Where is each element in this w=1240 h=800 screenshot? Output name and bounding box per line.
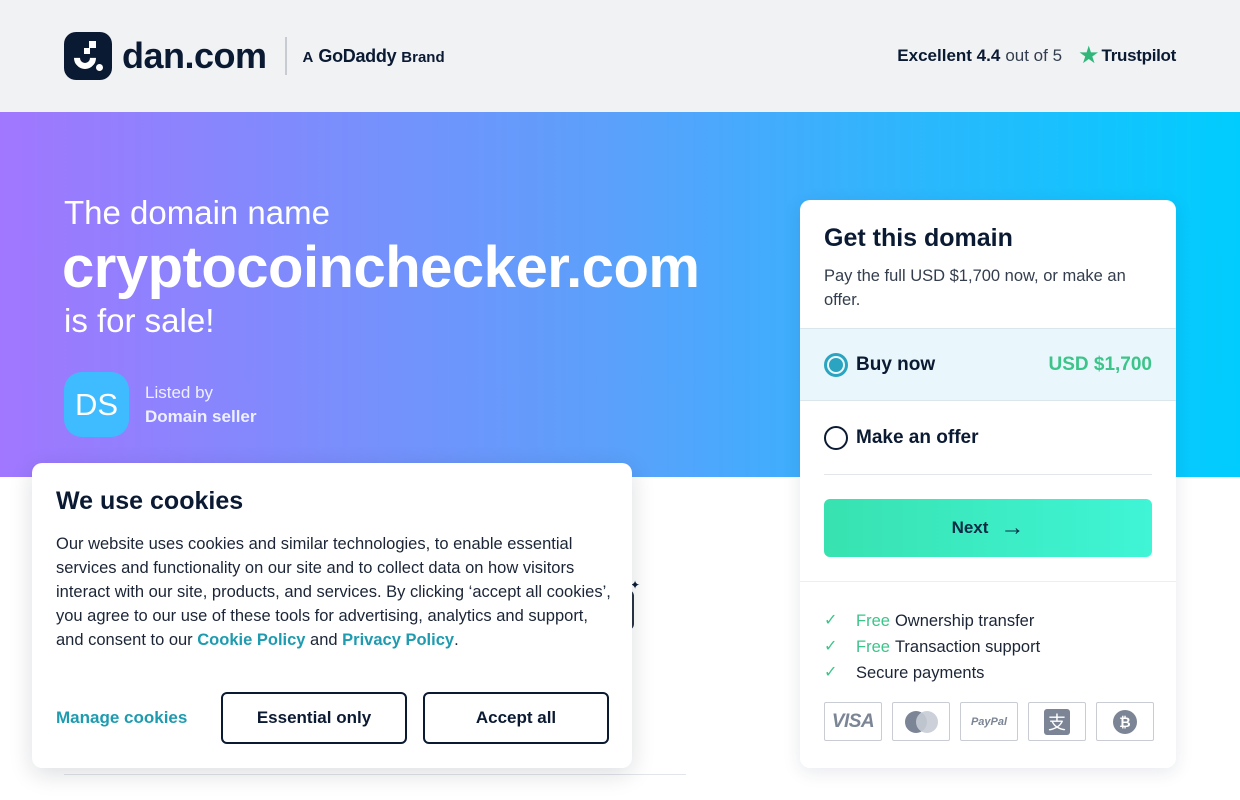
cookie-actions: Manage cookies Essential only Accept all: [56, 692, 625, 744]
mastercard-icon: [892, 702, 950, 741]
accept-all-button[interactable]: Accept all: [423, 692, 609, 744]
option-make-offer[interactable]: Make an offer: [800, 401, 1176, 474]
alipay-icon: 支: [1028, 702, 1086, 741]
brand-prefix: A: [302, 48, 314, 66]
buy-now-price: USD $1,700: [1048, 353, 1152, 375]
payment-methods: VISA PayPal 支 ₿: [824, 702, 1154, 741]
arrow-right-icon: →: [1000, 514, 1025, 541]
seller-avatar: DS: [64, 372, 129, 437]
feature-item: ✓ Free Ownership transfer: [824, 608, 1040, 634]
feature-text: Secure payments: [856, 664, 985, 682]
cookie-body-end: .: [454, 631, 459, 649]
rating-label: Excellent 4.4: [897, 46, 1001, 65]
feature-item: ✓ Free Transaction support: [824, 634, 1040, 660]
rating-suffix: out of 5: [1005, 46, 1063, 65]
option-label: Make an offer: [856, 426, 979, 448]
next-label: Next: [951, 518, 989, 537]
logo-text: dan.com: [122, 35, 267, 76]
feature-highlight: Free: [856, 612, 890, 630]
trustpilot-rating[interactable]: Excellent 4.4 out of 5 ★ Trustpilot: [897, 44, 1176, 68]
manage-cookies-link[interactable]: Manage cookies: [56, 708, 221, 728]
check-icon: ✓: [824, 638, 838, 655]
feature-item: ✓ Secure payments: [824, 660, 1040, 686]
paypal-icon: PayPal: [960, 702, 1018, 741]
seller-name: Domain seller: [145, 406, 257, 426]
trustpilot-label: Trustpilot: [1101, 46, 1177, 65]
feature-highlight: Free: [856, 638, 890, 656]
option-label: Buy now: [856, 353, 936, 375]
feature-text: Transaction support: [894, 638, 1041, 656]
site-header: dan.com A GoDaddy Brand Excellent 4.4 ou…: [0, 0, 1240, 112]
paypal-label: PayPal: [970, 715, 1008, 728]
dan-logo[interactable]: dan.com A GoDaddy Brand: [64, 32, 445, 80]
seller-info: DS Listed by Domain seller: [64, 372, 257, 437]
cookie-banner: We use cookies Our website uses cookies …: [32, 463, 632, 768]
domain-name: cryptocoinchecker.com: [62, 235, 700, 300]
cookie-body-and: and: [305, 631, 343, 649]
feature-list: ✓ Free Ownership transfer ✓ Free Transac…: [824, 608, 1040, 686]
essential-only-button[interactable]: Essential only: [221, 692, 407, 744]
purchase-card: Get this domain Pay the full USD $1,700 …: [800, 200, 1176, 768]
check-icon: ✓: [824, 612, 838, 629]
star-icon: ★: [1078, 42, 1100, 69]
card-description: Pay the full USD $1,700 now, or make an …: [824, 267, 1126, 309]
godaddy-brand: A GoDaddy Brand: [303, 46, 445, 67]
listed-by-label: Listed by: [145, 382, 214, 402]
hero-intro: The domain name: [64, 194, 330, 231]
radio-buy-now[interactable]: [824, 352, 848, 377]
next-button[interactable]: Next →: [824, 499, 1152, 557]
content-divider: [64, 774, 686, 775]
card-divider: [824, 474, 1152, 475]
privacy-policy-link[interactable]: Privacy Policy: [342, 631, 454, 649]
card-title: Get this domain: [824, 224, 1013, 252]
option-buy-now[interactable]: Buy now USD $1,700: [800, 328, 1176, 401]
dan-logo-icon: [64, 32, 112, 80]
radio-make-offer[interactable]: [824, 425, 848, 450]
feature-text: Ownership transfer: [894, 612, 1035, 630]
bitcoin-glyph: ₿: [1113, 709, 1137, 734]
visa-icon: VISA: [824, 702, 882, 741]
card-footer: ✓ Free Ownership transfer ✓ Free Transac…: [800, 581, 1176, 768]
cookie-policy-link[interactable]: Cookie Policy: [197, 631, 305, 649]
bitcoin-icon: ₿: [1096, 702, 1154, 741]
brand-name: GoDaddy: [318, 45, 397, 66]
cookie-body: Our website uses cookies and similar tec…: [56, 532, 616, 652]
alipay-glyph: 支: [1044, 708, 1070, 735]
brand-suffix: Brand: [401, 48, 445, 66]
cookie-title: We use cookies: [56, 487, 244, 515]
hero-outro: is for sale!: [64, 302, 215, 339]
logo-divider: [284, 37, 287, 75]
check-icon: ✓: [824, 664, 838, 681]
